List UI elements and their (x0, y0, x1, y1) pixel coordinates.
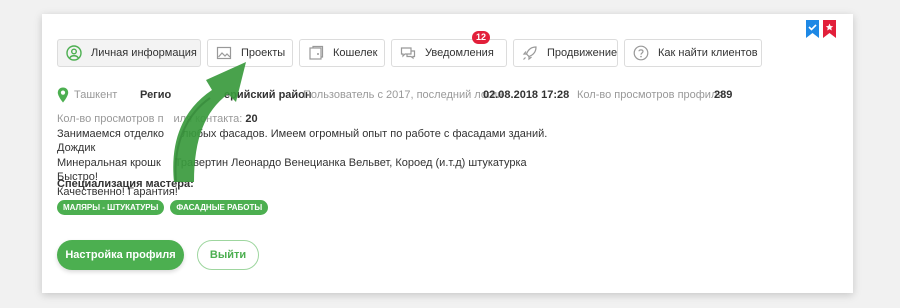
last-login: 02.08.2018 17:28 (483, 89, 570, 101)
tab-label: Кошелек (333, 47, 378, 59)
location-pin-icon (57, 87, 69, 103)
tab-label: Проекты (241, 47, 286, 59)
notification-count-badge: 12 (471, 31, 490, 44)
rocket-icon (522, 45, 538, 61)
tab-projects[interactable]: Проекты (207, 39, 293, 67)
tab-label: Уведомления (425, 47, 494, 59)
logout-button[interactable]: Выйти (197, 240, 259, 270)
specialization-tag[interactable]: МАЛЯРЫ - ШТУКАТУРЫ (57, 200, 165, 215)
tab-label: Личная информация (91, 47, 197, 59)
profile-meta-row: Ташкент Регио ерийский район Пользовател… (57, 87, 847, 103)
tab-label: Как найти клиентов (658, 47, 758, 59)
image-icon (216, 45, 232, 61)
tab-find-clients[interactable]: Как найти клиентов (624, 39, 762, 67)
specialization-tags: МАЛЯРЫ - ШТУКАТУРЫ ФАСАДНЫЕ РАБОТЫ (57, 200, 269, 215)
profile-settings-button[interactable]: Настройка профиля (57, 240, 184, 270)
tab-label: Продвижение (547, 47, 618, 59)
user-circle-icon (66, 45, 82, 61)
tab-wallet[interactable]: Кошелек (299, 39, 385, 67)
region-value: ерийский район (224, 89, 312, 101)
description-line2: Минеральная крошк (57, 156, 161, 169)
user-since: Пользователь с 2017, последний логин (303, 89, 504, 101)
region-label: Регио (140, 89, 172, 101)
tab-notifications[interactable]: Уведомления 12 (391, 31, 507, 67)
question-icon (633, 45, 649, 61)
tab-personal-info[interactable]: Личная информация (57, 39, 201, 67)
bookmark-icons (806, 20, 836, 38)
specialization-tag[interactable]: ФАСАДНЫЕ РАБОТЫ (170, 200, 269, 215)
contact-views-label: Кол-во просмотров п (57, 113, 164, 125)
city: Ташкент (74, 89, 118, 101)
contact-views-count: 20 (245, 113, 258, 125)
description-line1: Занимаемся отделко (57, 127, 165, 140)
specialization-title: Специализация мастера: (57, 178, 194, 190)
contact-views-label-tail: иля контакта: (173, 113, 243, 125)
tab-promotion[interactable]: Продвижение (513, 39, 618, 67)
wallet-icon (308, 45, 324, 61)
chat-icon (400, 45, 416, 61)
profile-views-count: 289 (714, 89, 733, 101)
profile-views-label: Кол-во просмотров профиля: (577, 89, 727, 101)
bookmark-red-icon[interactable] (823, 20, 836, 38)
profile-tabs: Личная информация Проекты Кошелек Уведом… (57, 31, 762, 67)
bookmark-blue-icon[interactable] (806, 20, 819, 38)
